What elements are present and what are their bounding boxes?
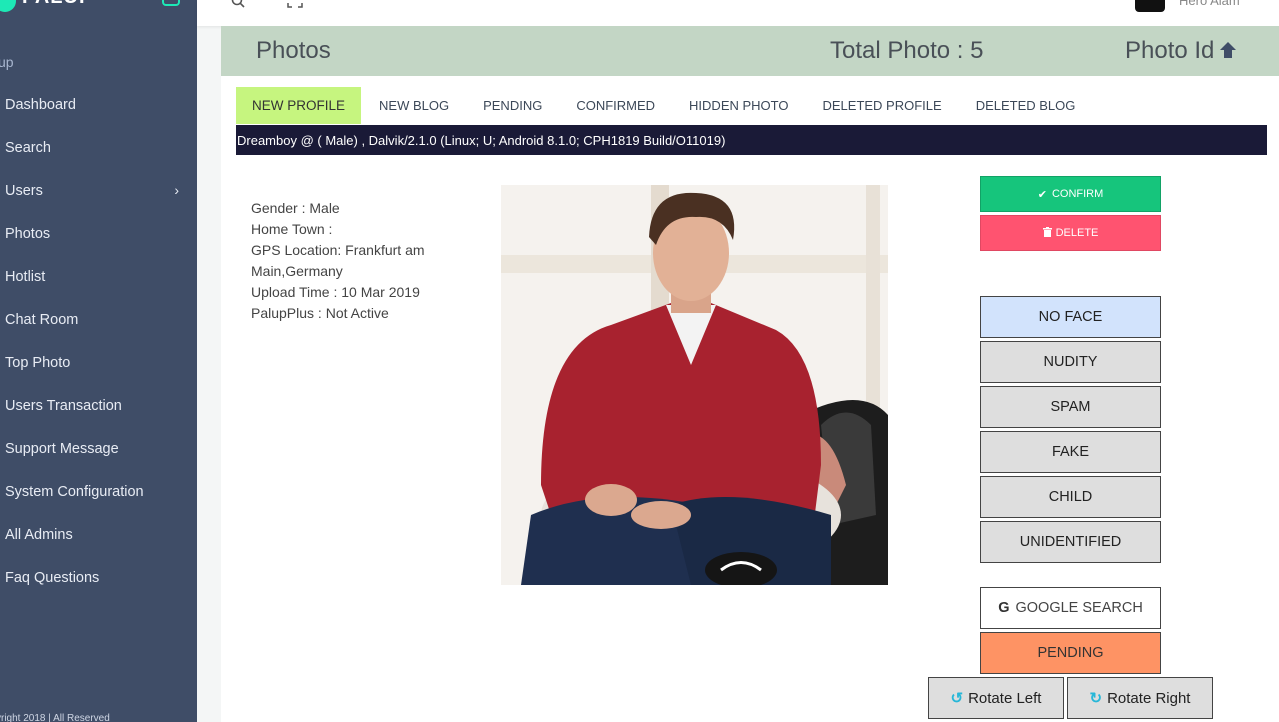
user-agent-bar: Dreamboy @ ( Male) , Dalvik/2.1.0 (Linux… <box>236 125 1267 155</box>
tab-hidden-photo[interactable]: HIDDEN PHOTO <box>673 87 804 124</box>
rotate-left-icon: ↺ <box>950 690 964 707</box>
sidebar-item-label: Hotlist <box>5 268 46 285</box>
profile-photo <box>501 185 888 585</box>
palup-plus-text: PalupPlus : Not Active <box>251 305 389 321</box>
tab-pending[interactable]: PENDING <box>467 87 558 124</box>
tab-deleted-profile[interactable]: DELETED PROFILE <box>806 87 957 124</box>
sidebar-item-label: Users Transaction <box>5 397 122 414</box>
delete-label: DELETE <box>1055 227 1099 239</box>
photo-review-card: NEW PROFILE NEW BLOG PENDING CONFIRMED H… <box>221 76 1279 722</box>
sidebar-item-users-transaction[interactable]: Users Transaction <box>0 384 197 427</box>
upload-time-text: Upload Time : 10 Mar 2019 <box>251 284 420 300</box>
check-icon: ✔ <box>1037 188 1047 201</box>
photo-id-label: Photo Id <box>1125 37 1215 64</box>
sidebar-nav: Dashboard Search Users › Photos Hotlist C… <box>0 83 197 599</box>
sidebar-item-dashboard[interactable]: Dashboard <box>0 83 197 126</box>
brand-name: PALUP <box>22 0 93 9</box>
tab-new-blog[interactable]: NEW BLOG <box>363 87 465 124</box>
rotate-right-icon: ↻ <box>1089 690 1103 707</box>
sidebar-item-faq-questions[interactable]: Faq Questions <box>0 556 197 599</box>
sidebar-item-label: Chat Room <box>5 311 79 328</box>
nudity-button[interactable]: NUDITY <box>980 341 1161 383</box>
tab-confirmed[interactable]: CONFIRMED <box>560 87 671 124</box>
page-title: Photos <box>256 37 331 64</box>
sidebar-item-chat-room[interactable]: Chat Room <box>0 298 197 341</box>
gps-location-text: GPS Location: Frankfurt am Main,Germany <box>251 242 425 279</box>
rotate-left-label: Rotate Left <box>968 689 1042 707</box>
sidebar-item-label: Photos <box>5 225 51 242</box>
delete-button[interactable]: DELETE <box>980 215 1161 251</box>
sidebar-item-support-message[interactable]: Support Message <box>0 427 197 470</box>
fullscreen-icon[interactable] <box>287 0 303 11</box>
rotate-right-label: Rotate Right <box>1107 689 1191 707</box>
google-search-label: GOOGLE SEARCH <box>1015 600 1143 616</box>
gender-text: Gender : Male <box>251 200 340 216</box>
sidebar-item-hotlist[interactable]: Hotlist <box>0 255 197 298</box>
unidentified-button[interactable]: UNIDENTIFIED <box>980 521 1161 563</box>
photo-id-sort[interactable]: Photo Id <box>1125 37 1238 65</box>
brand[interactable]: PALUP <box>0 0 194 12</box>
tab-new-profile[interactable]: NEW PROFILE <box>236 87 362 124</box>
search-icon[interactable] <box>231 0 245 11</box>
photo-details: Gender : Male Home Town : GPS Location: … <box>251 198 451 324</box>
trash-icon <box>1042 226 1052 240</box>
menu-toggle-icon[interactable] <box>162 0 180 6</box>
sidebar-item-label: Support Message <box>5 440 119 457</box>
pending-button[interactable]: PENDING <box>980 632 1161 674</box>
avatar[interactable] <box>1135 0 1165 12</box>
google-search-button[interactable]: G GOOGLE SEARCH <box>980 587 1161 629</box>
chevron-right-icon: › <box>174 182 179 198</box>
tab-bar: NEW PROFILE NEW BLOG PENDING CONFIRMED H… <box>236 87 1093 124</box>
sidebar: PALUP up Dashboard Search Users › Photos … <box>0 0 197 722</box>
sidebar-item-label: Dashboard <box>5 96 76 113</box>
top-header: Hero Alam <box>197 0 1279 26</box>
no-face-button[interactable]: NO FACE <box>980 296 1161 338</box>
confirm-button[interactable]: ✔ CONFIRM <box>980 176 1161 212</box>
fake-button[interactable]: FAKE <box>980 431 1161 473</box>
arrow-up-icon <box>1218 37 1238 64</box>
sidebar-item-users[interactable]: Users › <box>0 169 197 212</box>
tab-deleted-blog[interactable]: DELETED BLOG <box>960 87 1092 124</box>
rotate-left-button[interactable]: ↺ Rotate Left <box>928 677 1064 719</box>
google-icon: G <box>998 600 1010 616</box>
sidebar-item-label: Search <box>5 139 51 156</box>
user-name[interactable]: Hero Alam <box>1179 0 1240 8</box>
copyright: yright 2018 | All Reserved <box>0 713 110 722</box>
sidebar-item-label: Faq Questions <box>5 569 100 586</box>
sidebar-item-label: All Admins <box>5 526 73 543</box>
rotate-right-button[interactable]: ↻ Rotate Right <box>1067 677 1213 719</box>
brand-logo <box>0 0 16 12</box>
sidebar-item-photos[interactable]: Photos <box>0 212 197 255</box>
sidebar-item-label: Top Photo <box>5 354 71 371</box>
total-photo-count: Total Photo : 5 <box>830 37 984 64</box>
title-bar: Photos Total Photo : 5 Photo Id <box>221 26 1279 76</box>
sidebar-item-label: System Configuration <box>5 483 144 500</box>
sidebar-item-label: Users <box>5 182 43 199</box>
sidebar-item-all-admins[interactable]: All Admins <box>0 513 197 556</box>
home-town-text: Home Town : <box>251 221 333 237</box>
child-button[interactable]: CHILD <box>980 476 1161 518</box>
nav-caption: up <box>0 54 14 70</box>
sidebar-item-search[interactable]: Search <box>0 126 197 169</box>
sidebar-item-system-configuration[interactable]: System Configuration <box>0 470 197 513</box>
spam-button[interactable]: SPAM <box>980 386 1161 428</box>
confirm-label: CONFIRM <box>1051 188 1104 200</box>
sidebar-item-top-photo[interactable]: Top Photo <box>0 341 197 384</box>
